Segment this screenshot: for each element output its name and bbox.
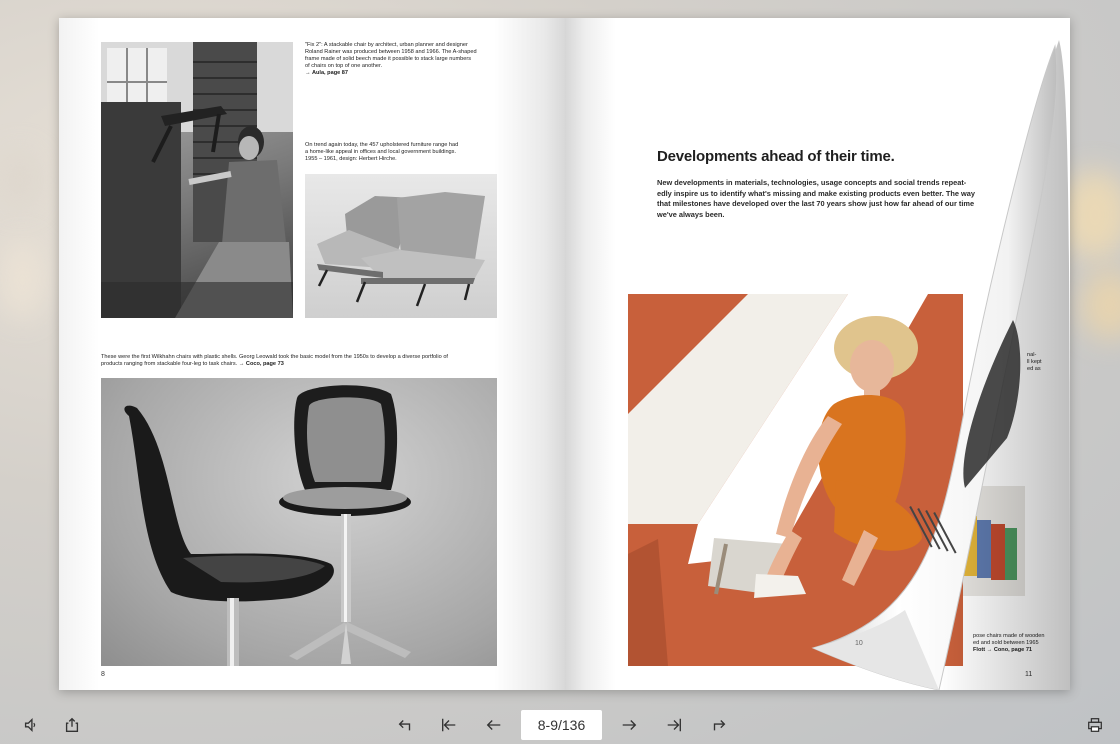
left-page[interactable]: "Fix 2": A stackable chair by architect,… (59, 18, 565, 690)
right-page[interactable]: Developments ahead of their time. New de… (565, 18, 1070, 690)
intro-line: New developments in materials, technolog… (657, 178, 967, 187)
page-number-right: 11 (1025, 671, 1033, 678)
magazine-spread[interactable]: "Fix 2": A stackable chair by architect,… (59, 18, 1070, 690)
share-button[interactable] (59, 712, 85, 738)
partial-caption-top: nal- ll kept ed as (1027, 352, 1042, 373)
print-button[interactable] (1082, 712, 1108, 738)
first-page-button[interactable] (436, 712, 462, 738)
photo-stacked-chairs-colored (953, 486, 1025, 596)
photo-sofa (305, 174, 497, 318)
partial-caption-bottom: pose chairs made of wooden ed and sold b… (973, 633, 1045, 654)
redo-icon (713, 720, 726, 731)
page-number-left: 8 (101, 671, 105, 678)
print-icon (1088, 718, 1102, 732)
redo-button[interactable] (706, 712, 732, 738)
undo-icon (398, 720, 411, 731)
caption-link-coco[interactable]: → Coco, page 73 (239, 361, 284, 367)
previous-page-icon (486, 720, 501, 730)
next-page-icon (622, 720, 637, 730)
intro-line: we've always been. (657, 209, 725, 219)
intro-line: that milestones have developed over the … (657, 199, 975, 208)
intro-line: edly inspire us to identify what's missi… (657, 188, 975, 198)
caption-line: These were the first Wilkhahn chairs wit… (101, 354, 448, 360)
caption-line: of chairs on top of one another. (305, 63, 383, 69)
caption-457-range: On trend again today, the 457 upholstere… (305, 142, 505, 163)
share-icon (65, 717, 79, 732)
sound-button[interactable] (18, 712, 44, 738)
photo-woman-orange-dress (628, 294, 963, 666)
undo-button[interactable] (392, 712, 418, 738)
page-indicator[interactable]: 8-9/136 (521, 710, 602, 740)
caption-line: products ranging from stackable four-leg… (101, 361, 284, 367)
intro-paragraph: New developments in materials, technolog… (657, 178, 997, 220)
caption-line: "Fix 2": A stackable chair by architect,… (305, 42, 468, 48)
last-page-button[interactable] (661, 712, 687, 738)
caption-line: a home-like appeal in offices and local … (305, 149, 457, 155)
next-page-button[interactable] (616, 712, 642, 738)
photo-shell-chairs (101, 378, 497, 666)
caption-line: ed as (1027, 366, 1041, 372)
caption-line: frame made of solid beech made it possib… (305, 56, 472, 62)
first-page-icon (442, 718, 456, 732)
caption-line: On trend again today, the 457 upholstere… (305, 142, 459, 148)
caption-line: nal- (1027, 352, 1037, 358)
caption-line: ed and sold between 1965 (973, 640, 1039, 646)
last-page-icon (667, 718, 681, 732)
caption-plastic-shells: These were the first Wilkhahn chairs wit… (101, 354, 501, 368)
caption-link-cono[interactable]: Flott → Cono, page 71 (973, 647, 1045, 654)
caption-line: pose chairs made of wooden (973, 633, 1045, 639)
caption-line: ll kept (1027, 359, 1042, 365)
previous-page-button[interactable] (481, 712, 507, 738)
sound-icon (24, 717, 36, 733)
reader-toolbar: 8-9/136 (0, 702, 1120, 744)
caption-link-aula[interactable]: → Aula, page 87 (305, 70, 505, 77)
caption-fix2: "Fix 2": A stackable chair by architect,… (305, 42, 505, 77)
caption-line: 1955 – 1961, design: Herbert Hirche. (305, 156, 397, 162)
section-heading: Developments ahead of their time. (657, 148, 895, 165)
photo-woman-stacking-chairs (101, 42, 293, 318)
caption-line: Roland Rainer was produced between 1958 … (305, 49, 477, 55)
